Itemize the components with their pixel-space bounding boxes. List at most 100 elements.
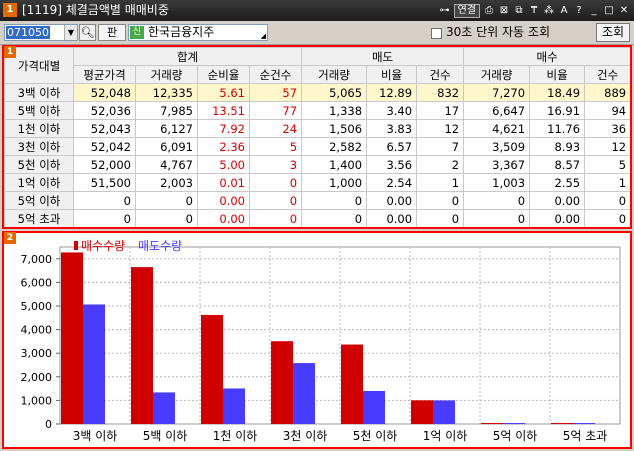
chart-panel-tag: 2 bbox=[4, 232, 16, 244]
table-row[interactable]: 5억 초과 0 0 0.00 0 0 0.00 0 0 0.00 0 bbox=[4, 209, 630, 227]
pattern-icon[interactable]: ⁂ bbox=[543, 4, 555, 18]
pan-button[interactable]: 판 bbox=[98, 24, 126, 41]
bar-sell bbox=[83, 304, 105, 424]
y-tick-label: 0 bbox=[45, 418, 52, 431]
close-icon[interactable]: ✕ bbox=[618, 4, 630, 18]
table-row[interactable]: 5천 이하 52,000 4,767 5.00 3 1,400 3.56 2 3,367 8.57… bbox=[4, 155, 630, 174]
cell-sell-ratio: 0.00 bbox=[366, 191, 418, 210]
cell-buy-volume: 6,647 bbox=[463, 101, 531, 120]
cell-avg-price: 52,042 bbox=[73, 137, 136, 156]
table-row[interactable]: 1억 이하 51,500 2,003 0.01 0 1,000 2.54 1 1,003 2.55… bbox=[4, 173, 630, 192]
column-header-buy-volume: 거래량 bbox=[463, 65, 531, 84]
bar-buy bbox=[61, 252, 83, 424]
bar-buy bbox=[131, 267, 153, 424]
cell-buy-ratio: 8.57 bbox=[529, 155, 586, 174]
cell-avg-price: 0 bbox=[73, 191, 136, 210]
table-row[interactable]: 5억 이하 0 0 0.00 0 0 0.00 0 0 0.00 0 bbox=[4, 191, 630, 210]
bar-buy bbox=[271, 341, 293, 424]
table-row[interactable]: 5백 이하 52,036 7,985 13.51 77 1,338 3.40 17 6,647 1… bbox=[4, 101, 630, 120]
cell-buy-count: 0 bbox=[584, 191, 630, 210]
row-label: 5천 이하 bbox=[4, 155, 74, 174]
resize-corner-icon: ◢ bbox=[260, 32, 266, 40]
cell-buy-volume: 3,367 bbox=[463, 155, 531, 174]
stock-name: 한국금융지주 bbox=[148, 25, 215, 39]
x-tick-label: 5억 이하 bbox=[493, 429, 538, 443]
cell-buy-ratio: 18.49 bbox=[529, 83, 586, 102]
cell-total-volume: 0 bbox=[135, 191, 198, 210]
cell-sell-count: 12 bbox=[416, 119, 465, 138]
cell-sell-ratio: 3.40 bbox=[366, 101, 418, 120]
table-row[interactable]: 1천 이하 52,043 6,127 7.92 24 1,506 3.83 12 4,621 11… bbox=[4, 119, 630, 138]
bar-buy bbox=[551, 423, 573, 424]
search-icon: 🔍︎ bbox=[80, 26, 95, 39]
column-header-sell-volume: 거래량 bbox=[301, 65, 368, 84]
cell-sell-count: 832 bbox=[416, 83, 465, 102]
minimize-icon[interactable]: _ bbox=[588, 4, 600, 18]
column-header-row: 평균가격 거래량 순비율 순건수 거래량 비율 건수 거래량 비율 건수 bbox=[5, 65, 630, 84]
table-row[interactable]: 3천 이하 52,042 6,091 2.36 5 2,582 6.57 7 3,509 8.93… bbox=[4, 137, 630, 156]
cell-net-count: 77 bbox=[248, 101, 303, 120]
cell-buy-ratio: 8.93 bbox=[529, 137, 586, 156]
window-titlebar: 1 [1119] 체결금액별 매매비중 ⊶ 연결 ⎙ ⊠ ⧉ ₸ ⁂ A ? _… bbox=[0, 0, 634, 21]
row-label: 1억 이하 bbox=[4, 173, 74, 192]
x-tick-label: 5억 초과 bbox=[563, 429, 608, 443]
row-label: 5억 초과 bbox=[4, 209, 74, 227]
cell-buy-volume: 0 bbox=[463, 191, 531, 210]
row-label: 3백 이하 bbox=[4, 83, 74, 102]
stock-code-value[interactable]: 071050 bbox=[6, 26, 50, 39]
titlebar-icons: ⊶ 연결 ⎙ ⊠ ⧉ ₸ ⁂ A ? _ □ ✕ bbox=[439, 3, 630, 18]
auto-refresh-label: 30초 단위 자동 조회 bbox=[446, 25, 550, 39]
pin-icon[interactable]: ⊶ bbox=[439, 4, 451, 18]
column-header-sell-ratio: 비율 bbox=[366, 65, 418, 84]
row-label: 1천 이하 bbox=[4, 119, 74, 138]
x-tick-label: 1천 이하 bbox=[213, 428, 258, 443]
bar-sell bbox=[503, 423, 525, 424]
y-tick-label: 6,000 bbox=[21, 276, 53, 289]
bar-sell bbox=[223, 388, 245, 424]
cell-total-volume: 0 bbox=[135, 209, 198, 227]
cell-avg-price: 52,036 bbox=[73, 101, 136, 120]
cell-avg-price: 51,500 bbox=[73, 173, 136, 192]
column-header-buy-count: 건수 bbox=[584, 65, 630, 84]
sin-badge: 신 bbox=[130, 26, 144, 39]
group-header-total: 합계 bbox=[72, 47, 303, 66]
setting-icon[interactable]: ₸ bbox=[528, 4, 540, 18]
maximize-icon[interactable]: □ bbox=[603, 4, 615, 18]
bar-sell bbox=[363, 390, 385, 424]
auto-refresh-checkbox[interactable] bbox=[431, 28, 442, 39]
y-tick-label: 7,000 bbox=[21, 253, 53, 266]
link-button[interactable]: 연결 bbox=[453, 3, 480, 18]
stock-name-field[interactable]: 신 한국금융지주 ◢ bbox=[128, 24, 268, 41]
font-icon[interactable]: A bbox=[558, 4, 570, 18]
cell-sell-volume: 1,000 bbox=[301, 173, 368, 192]
bar-buy bbox=[481, 423, 503, 424]
cell-buy-ratio: 16.91 bbox=[529, 101, 586, 120]
cell-net-count: 0 bbox=[248, 173, 303, 192]
cell-buy-volume: 1,003 bbox=[463, 173, 531, 192]
cell-net-count: 3 bbox=[248, 155, 303, 174]
chart-panel: 0 1,000 2,000 3,000 4,000 5,000 6,000 7,000 3백 이… bbox=[2, 231, 632, 449]
window-number-badge: 1 bbox=[3, 3, 17, 17]
help-icon[interactable]: ? bbox=[573, 4, 585, 18]
cell-net-ratio: 7.92 bbox=[197, 119, 250, 138]
bar-sell bbox=[433, 400, 455, 424]
cell-buy-volume: 7,270 bbox=[463, 83, 531, 102]
y-tick-label: 2,000 bbox=[21, 371, 53, 384]
trade-table-panel: 가격대별 합계 매도 매수 평균가격 거래량 순비율 순건수 거래량 비율 건수 거래량 비율 건… bbox=[2, 45, 632, 229]
chevron-down-icon[interactable]: ▼ bbox=[64, 25, 77, 40]
cell-net-ratio: 0.00 bbox=[197, 209, 250, 227]
cell-sell-count: 1 bbox=[416, 173, 465, 192]
window-icon[interactable]: ⊠ bbox=[498, 4, 510, 18]
table-row[interactable]: 3백 이하 52,048 12,335 5.61 57 5,065 12.89 832 7,27… bbox=[4, 83, 630, 102]
transfer-icon[interactable]: ⧉ bbox=[513, 4, 525, 18]
cell-total-volume: 6,091 bbox=[135, 137, 198, 156]
row-label: 5백 이하 bbox=[4, 101, 74, 120]
stock-code-combobox[interactable]: 071050 ▼ bbox=[4, 24, 78, 41]
print-icon[interactable]: ⎙ bbox=[483, 4, 495, 18]
cell-buy-volume: 3,509 bbox=[463, 137, 531, 156]
cell-buy-ratio: 11.76 bbox=[529, 119, 586, 138]
cell-total-volume: 7,985 bbox=[135, 101, 198, 120]
cell-sell-volume: 1,506 bbox=[301, 119, 368, 138]
search-button[interactable]: 🔍︎ bbox=[79, 24, 96, 41]
query-button[interactable]: 조회 bbox=[596, 23, 630, 42]
